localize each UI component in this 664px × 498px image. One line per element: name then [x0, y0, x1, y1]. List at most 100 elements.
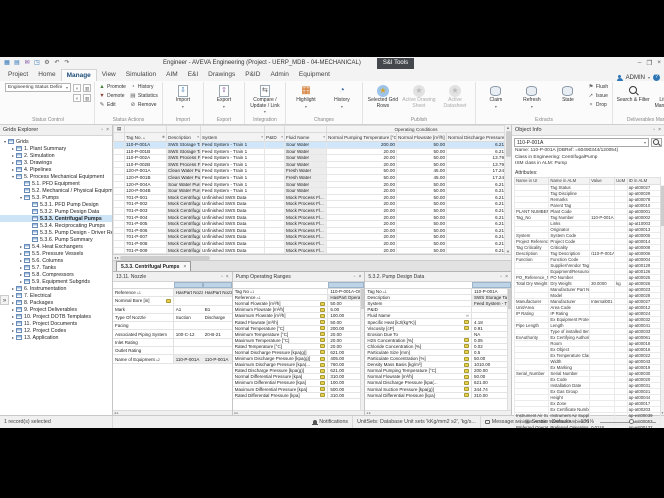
- property-value[interactable]: 100-C-12: [174, 330, 203, 337]
- property-row[interactable]: Facing: [113, 322, 232, 330]
- filter-icon[interactable]: ✱: [162, 135, 165, 139]
- property-value[interactable]: Suction: [174, 314, 203, 321]
- close-icon[interactable]: ×: [226, 274, 229, 280]
- column-header-normal-discharge-pressure-bar-[interactable]: Normal Discharge Pressure [bar...: [447, 133, 506, 142]
- tree-node-10-project-dotb-templates[interactable]: ▸10. Project DOTB Templates: [0, 313, 112, 320]
- attr-column-uom[interactable]: UoM: [615, 177, 628, 184]
- property-value[interactable]: 50.00: [472, 356, 511, 361]
- table-row[interactable]: 701-P-003Mock Centrifugal...Unfinished S…: [114, 207, 506, 214]
- property-value[interactable]: 310.00: [328, 393, 364, 398]
- property-value[interactable]: 100.00: [328, 380, 364, 385]
- statistics-button[interactable]: ▤Statistics: [129, 92, 159, 100]
- ribbon-tab-home[interactable]: Home: [33, 69, 60, 81]
- tree-node-5-3-pumps[interactable]: ▾5.3. Pumps: [0, 194, 112, 201]
- row-select-gutter[interactable]: [114, 227, 125, 234]
- drop-button[interactable]: ×Drop: [587, 101, 609, 109]
- row-select-gutter[interactable]: [114, 247, 125, 254]
- user-name[interactable]: ADMIN: [626, 75, 645, 81]
- property-value[interactable]: 20.00: [328, 344, 364, 349]
- table-row[interactable]: 120-P-004BSour Water Purg...Feed System …: [114, 188, 506, 195]
- value-column-header[interactable]: [174, 282, 203, 288]
- tree-node-5-2-mechanical-physical-equipment[interactable]: 5.2. Mechanical / Physical Equipment: [0, 187, 112, 194]
- property-value[interactable]: [174, 339, 203, 346]
- ribbon-tab-simulation[interactable]: Simulation: [121, 69, 161, 81]
- tree-node-13-application[interactable]: ▸13. Application: [0, 334, 112, 341]
- property-value[interactable]: [174, 347, 203, 354]
- app-icon[interactable]: ▦: [3, 59, 11, 67]
- pin-icon[interactable]: ▫: [354, 274, 356, 280]
- contextual-tab-group[interactable]: S&I Tools: [377, 58, 414, 69]
- property-value[interactable]: [174, 297, 203, 304]
- column-header-tag-no-[interactable]: Tag No.▵✱: [125, 133, 167, 142]
- column-header-p-id[interactable]: P&ID▾: [265, 133, 285, 142]
- object-info-scrollbar[interactable]: ▾: [660, 185, 664, 415]
- status-mini-button[interactable]: ×: [73, 94, 81, 102]
- vertical-scrollbar[interactable]: ▲▼: [504, 125, 511, 254]
- ribbon-tab-admin[interactable]: Admin: [265, 69, 293, 81]
- property-row[interactable]: Outlet Rating: [113, 347, 232, 355]
- tree-node-5-1-pfd-equipment[interactable]: 5.1. PFD Equipment: [0, 180, 112, 187]
- property-value[interactable]: 20.00: [328, 332, 364, 337]
- column-header-fluid-name[interactable]: Fluid Name▾: [285, 133, 327, 142]
- compare-update-link-button[interactable]: ⇆Compare / Update / Link▾: [248, 83, 282, 115]
- property-value[interactable]: [203, 339, 232, 346]
- tree-node-5-3-6-pump-summary[interactable]: 5.3.6. Pump Summary: [0, 236, 112, 243]
- property-value[interactable]: 110-P-001A: [174, 355, 203, 362]
- row-select-gutter[interactable]: [114, 174, 125, 181]
- property-value[interactable]: 1010.00: [472, 362, 511, 367]
- tree-node-5-7-tanks[interactable]: ▸5.7. Tanks: [0, 264, 112, 271]
- tree-node-11-project-documents[interactable]: ▸11. Project Documents: [0, 320, 112, 327]
- property-value[interactable]: 20-B-21: [203, 330, 232, 337]
- undo-icon[interactable]: ↶: [53, 59, 61, 67]
- property-value[interactable]: 760.00: [328, 362, 364, 367]
- autohide-panel-chevron[interactable]: »: [0, 295, 9, 305]
- property-value[interactable]: [472, 307, 511, 312]
- pin-icon[interactable]: ▫: [101, 127, 103, 133]
- property-value[interactable]: 310.00: [472, 393, 511, 398]
- tree-node-5-3-4-reciprocating-pumps[interactable]: 5.3.4. Reciprocating Pumps: [0, 222, 112, 229]
- property-value[interactable]: 344.74: [472, 387, 511, 392]
- demote-button[interactable]: ▼Demote: [98, 92, 127, 100]
- user-dropdown-icon[interactable]: ▾: [648, 75, 650, 80]
- row-select-gutter[interactable]: [114, 214, 125, 221]
- property-row[interactable]: Name of Equipment▵2110-P-001A110-P-001A: [113, 355, 232, 363]
- property-value[interactable]: [174, 322, 203, 329]
- object-selector[interactable]: 110-P-001A ▾: [514, 138, 649, 147]
- row-select-gutter[interactable]: [114, 148, 125, 155]
- table-row[interactable]: 701-P-002Mock Centrifugal...Unfinished S…: [114, 201, 506, 208]
- pin-icon[interactable]: ▫: [500, 274, 502, 280]
- settings-icon[interactable]: ⚙: [43, 59, 51, 67]
- ribbon-tab-project[interactable]: Project: [3, 69, 33, 81]
- history-button[interactable]: ◔History: [129, 83, 159, 91]
- property-value[interactable]: 621.00: [328, 368, 364, 373]
- filter-icon[interactable]: ▾: [323, 135, 325, 139]
- status-mini-button[interactable]: ▥: [83, 94, 91, 102]
- property-value[interactable]: [203, 322, 232, 329]
- tree-node-5-8-compressors[interactable]: ▸5.8. Compressors: [0, 271, 112, 278]
- promote-button[interactable]: ▲Promote: [98, 83, 127, 91]
- highlight-button[interactable]: ▦Highlight▾: [289, 83, 323, 109]
- property-value[interactable]: A1: [174, 306, 203, 313]
- row-select-gutter[interactable]: [114, 194, 125, 201]
- lifecycle-management-button[interactable]: ⇄Lifecycle Management▾: [652, 83, 664, 115]
- tree-node-5-process-mechanical-equipment[interactable]: ▾5. Process Mechanical Equipment: [0, 173, 112, 180]
- property-value[interactable]: 4.18: [472, 319, 511, 324]
- pin-icon[interactable]: ▫: [221, 274, 223, 280]
- tab-close-icon[interactable]: ×: [183, 264, 186, 270]
- close-icon[interactable]: ×: [505, 274, 508, 280]
- property-value[interactable]: 20.00: [328, 338, 364, 343]
- import-button[interactable]: ⇩Import▾: [166, 83, 200, 109]
- row-select-gutter[interactable]: [114, 201, 125, 208]
- property-value[interactable]: 405.00: [328, 356, 364, 361]
- table-row[interactable]: 110-P-002BSWS Process Fe...Feed System -…: [114, 161, 506, 168]
- tree-node-grids[interactable]: ▾Grids: [0, 138, 112, 145]
- attribute-row[interactable]: Instrument Air SupplyInstrument Air Supp…: [515, 412, 661, 418]
- tree-node-3-drawings[interactable]: ▸3. Drawings: [0, 159, 112, 166]
- table-row[interactable]: 701-P-005Mock Centrifugal...Unfinished S…: [114, 221, 506, 228]
- property-value[interactable]: 50.00: [328, 319, 364, 324]
- tree-node-5-3-2-pump-design-data[interactable]: 5.3.2. Pump Design Data: [0, 208, 112, 215]
- window-icon[interactable]: ◳: [33, 59, 41, 67]
- close-icon[interactable]: ×: [106, 127, 109, 133]
- filter-icon[interactable]: ▾: [281, 135, 283, 139]
- selected-grid-rows-button[interactable]: ★Selected Grid Rows: [366, 83, 400, 109]
